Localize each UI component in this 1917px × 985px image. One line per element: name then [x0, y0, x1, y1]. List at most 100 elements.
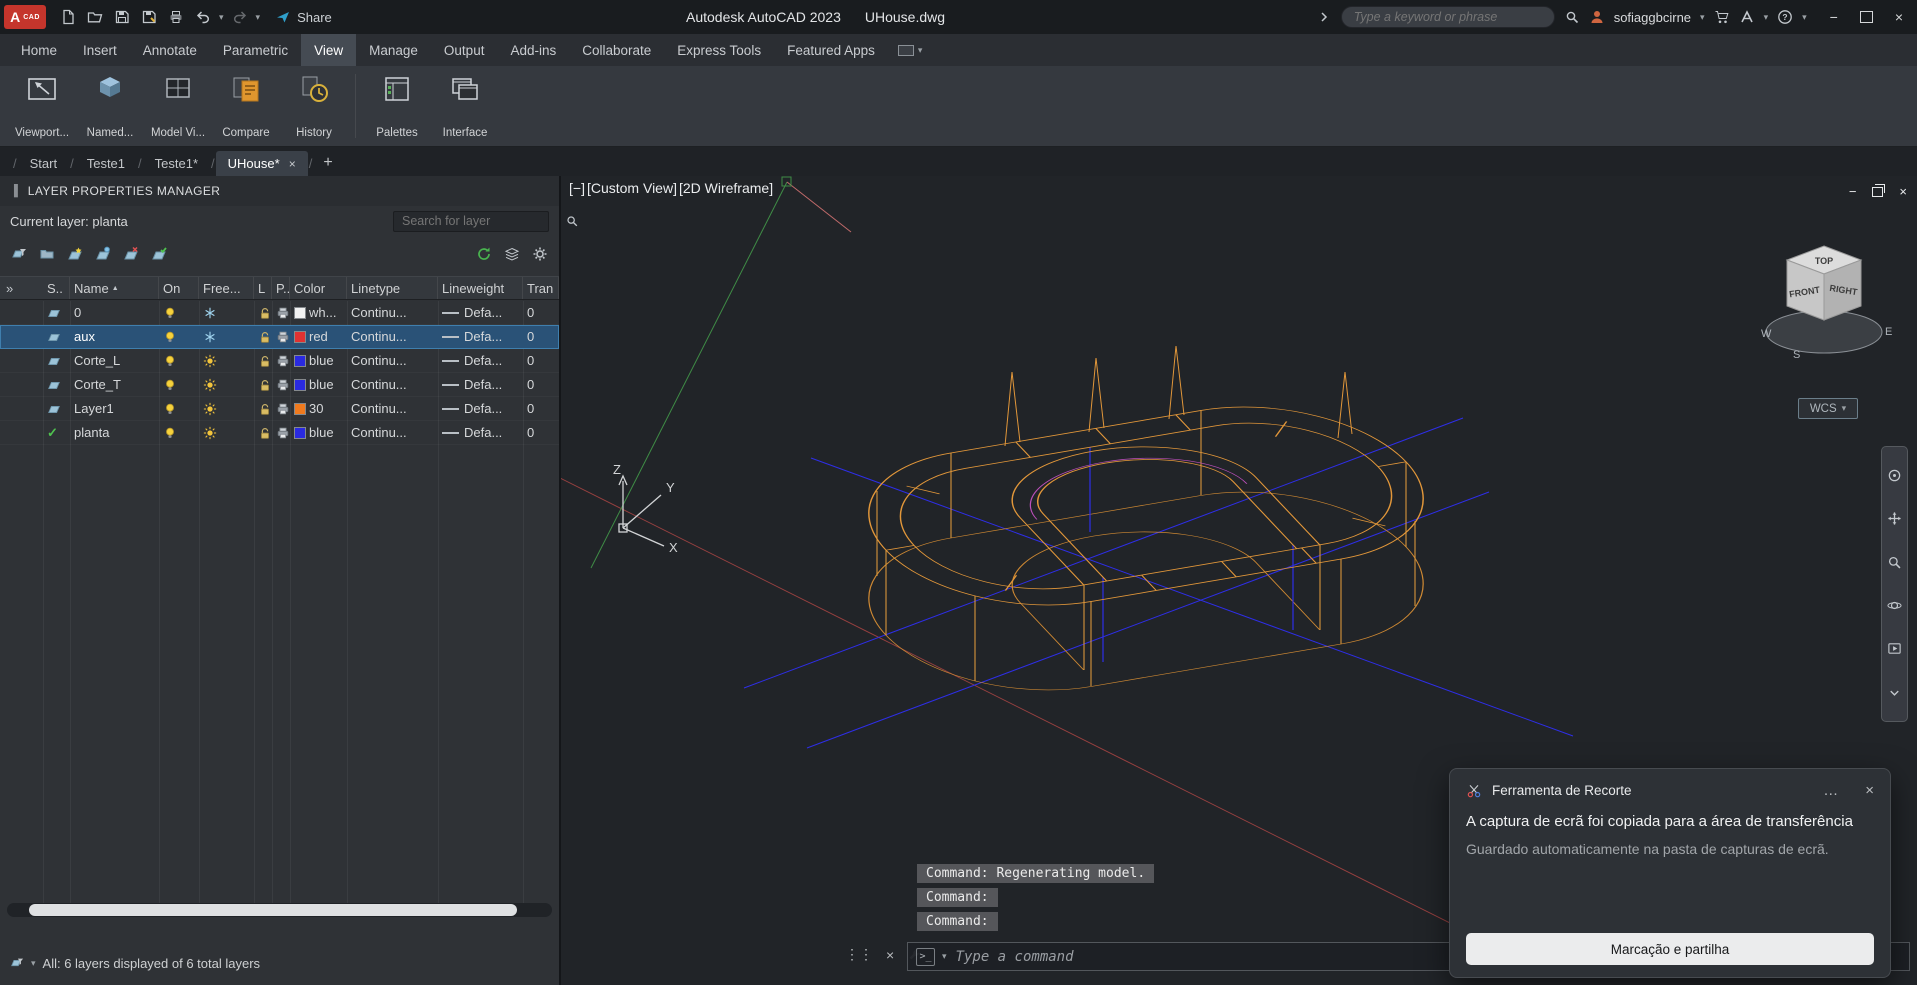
layer-lock-cell[interactable] [254, 301, 272, 324]
pan-button[interactable] [1885, 509, 1905, 529]
command-prompt-icon[interactable]: >_ [916, 948, 935, 966]
layer-status-cell[interactable] [43, 325, 70, 348]
layer-color-cell[interactable]: blue [290, 349, 347, 372]
search-icon[interactable] [1564, 9, 1580, 25]
layer-lock-cell[interactable] [254, 397, 272, 420]
drawing-canvas[interactable]: Z Y X [−] [Custom View] [2D Wireframe] −… [561, 176, 1917, 985]
layer-search-box[interactable] [393, 211, 549, 232]
layer-lineweight-cell[interactable]: Defa... [438, 301, 523, 324]
ribbon-tab-annotate[interactable]: Annotate [130, 34, 210, 66]
cart-icon[interactable] [1714, 9, 1730, 25]
global-search-input[interactable] [1352, 9, 1544, 25]
layer-freeze-cell[interactable] [199, 397, 254, 420]
layer-filter-icon[interactable] [10, 956, 24, 970]
column-header-free[interactable]: Free... [199, 277, 254, 299]
layer-color-cell[interactable]: blue [290, 373, 347, 396]
ribbon-button-viewport-config[interactable]: Viewport... [8, 66, 76, 146]
column-header-s[interactable]: S.. [43, 277, 70, 299]
layer-linetype-cell[interactable]: Continu... [347, 301, 438, 324]
layer-on-cell[interactable] [159, 325, 199, 348]
layer-color-cell[interactable]: blue [290, 421, 347, 444]
notification-menu-icon[interactable]: … [1823, 782, 1839, 799]
apps-caret-icon[interactable]: ▾ [1764, 12, 1769, 23]
layer-status-cell[interactable] [43, 301, 70, 324]
layer-plot-cell[interactable] [272, 397, 290, 420]
layer-linetype-cell[interactable]: Continu... [347, 421, 438, 444]
command-close-icon[interactable]: × [886, 947, 894, 963]
layer-row-planta[interactable]: ✓plantablueContinu...Defa...0 [0, 421, 559, 445]
ribbon-button-palettes[interactable]: Palettes [363, 66, 431, 146]
viewport-view-menu[interactable]: [Custom View] [587, 180, 677, 196]
layer-row-Corte_L[interactable]: Corte_LblueContinu...Defa...0 [0, 349, 559, 373]
column-header-color[interactable]: Color [290, 277, 347, 299]
column-header-on[interactable]: On [159, 277, 199, 299]
layer-lineweight-cell[interactable]: Defa... [438, 397, 523, 420]
new-tab-button[interactable]: + [313, 150, 342, 176]
ribbon-tab-express-tools[interactable]: Express Tools [664, 34, 774, 66]
viewport-restore-button[interactable] [1872, 187, 1883, 197]
layer-plot-cell[interactable] [272, 301, 290, 324]
layer-name-cell[interactable]: Corte_L [70, 349, 159, 372]
layer-status-cell[interactable] [43, 349, 70, 372]
collapse-palette-button[interactable]: » [0, 277, 43, 299]
close-window-button[interactable]: × [1895, 10, 1903, 24]
layer-transparency-cell[interactable]: 0 [523, 349, 559, 372]
viewcube[interactable]: W S E TOP FRONT RIGHT [1757, 228, 1897, 388]
layer-plot-cell[interactable] [272, 349, 290, 372]
column-header-l[interactable]: L [254, 277, 272, 299]
ribbon-tab-featured-apps[interactable]: Featured Apps [774, 34, 888, 66]
layer-freeze-cell[interactable] [199, 349, 254, 372]
file-tab-uhouse[interactable]: UHouse*× [216, 151, 308, 176]
column-header-linetype[interactable]: Linetype [347, 277, 438, 299]
layer-transparency-cell[interactable]: 0 [523, 421, 559, 444]
layer-color-cell[interactable]: 30 [290, 397, 347, 420]
ribbon-tab-insert[interactable]: Insert [70, 34, 130, 66]
orbit-button[interactable] [1885, 596, 1905, 616]
layer-lock-cell[interactable] [254, 325, 272, 348]
dropdown-caret-icon[interactable]: ▾ [256, 12, 261, 23]
autodesk-apps-icon[interactable] [1739, 9, 1755, 25]
markup-share-button[interactable]: Marcação e partilha [1466, 933, 1874, 965]
layer-lineweight-cell[interactable]: Defa... [438, 373, 523, 396]
layer-row-aux[interactable]: auxredContinu...Defa...0 [0, 325, 559, 349]
layer-freeze-cell[interactable] [199, 301, 254, 324]
ribbon-tab-output[interactable]: Output [431, 34, 498, 66]
layer-lock-cell[interactable] [254, 373, 272, 396]
new-file-button[interactable] [56, 5, 80, 29]
plot-button[interactable] [164, 5, 188, 29]
layer-row-Corte_T[interactable]: Corte_TblueContinu...Defa...0 [0, 373, 559, 397]
full-navigation-wheel-button[interactable] [1885, 466, 1905, 486]
refresh-button[interactable] [474, 244, 494, 264]
ribbon-tab-view[interactable]: View [301, 34, 356, 66]
close-tab-icon[interactable]: × [289, 157, 296, 171]
palette-grip-icon[interactable]: ▐ [10, 185, 19, 197]
open-folder-button[interactable] [83, 5, 107, 29]
palette-header[interactable]: ▐ LAYER PROPERTIES MANAGER [0, 176, 559, 206]
save-as-button[interactable] [137, 5, 161, 29]
layer-linetype-cell[interactable]: Continu... [347, 325, 438, 348]
layer-transparency-cell[interactable]: 0 [523, 325, 559, 348]
layer-status-cell[interactable]: ✓ [43, 421, 70, 444]
help-caret-icon[interactable]: ▾ [1802, 12, 1807, 23]
layer-on-cell[interactable] [159, 301, 199, 324]
viewport-minimize-button[interactable]: − [1849, 184, 1857, 199]
layer-plot-cell[interactable] [272, 373, 290, 396]
layer-freeze-cell[interactable] [199, 325, 254, 348]
file-tab-teste1[interactable]: Teste1 [75, 151, 137, 176]
ribbon-tab-collaborate[interactable]: Collaborate [569, 34, 664, 66]
new-group-filter-button[interactable] [37, 244, 57, 264]
compass-west-label[interactable]: W [1761, 328, 1772, 340]
layer-lock-cell[interactable] [254, 349, 272, 372]
layer-on-cell[interactable] [159, 373, 199, 396]
layer-linetype-cell[interactable]: Continu... [347, 397, 438, 420]
snipping-tool-notification[interactable]: Ferramenta de Recorte … × A captura de e… [1449, 768, 1891, 978]
layer-transparency-cell[interactable]: 0 [523, 373, 559, 396]
layer-plot-cell[interactable] [272, 325, 290, 348]
column-header-lineweight[interactable]: Lineweight [438, 277, 523, 299]
layer-freeze-cell[interactable] [199, 373, 254, 396]
wcs-dropdown[interactable]: WCS ▾ [1798, 398, 1858, 419]
notification-close-icon[interactable]: × [1865, 782, 1874, 799]
delete-layer-button[interactable] [121, 244, 141, 264]
ribbon-tab-manage[interactable]: Manage [356, 34, 431, 66]
layer-on-cell[interactable] [159, 421, 199, 444]
